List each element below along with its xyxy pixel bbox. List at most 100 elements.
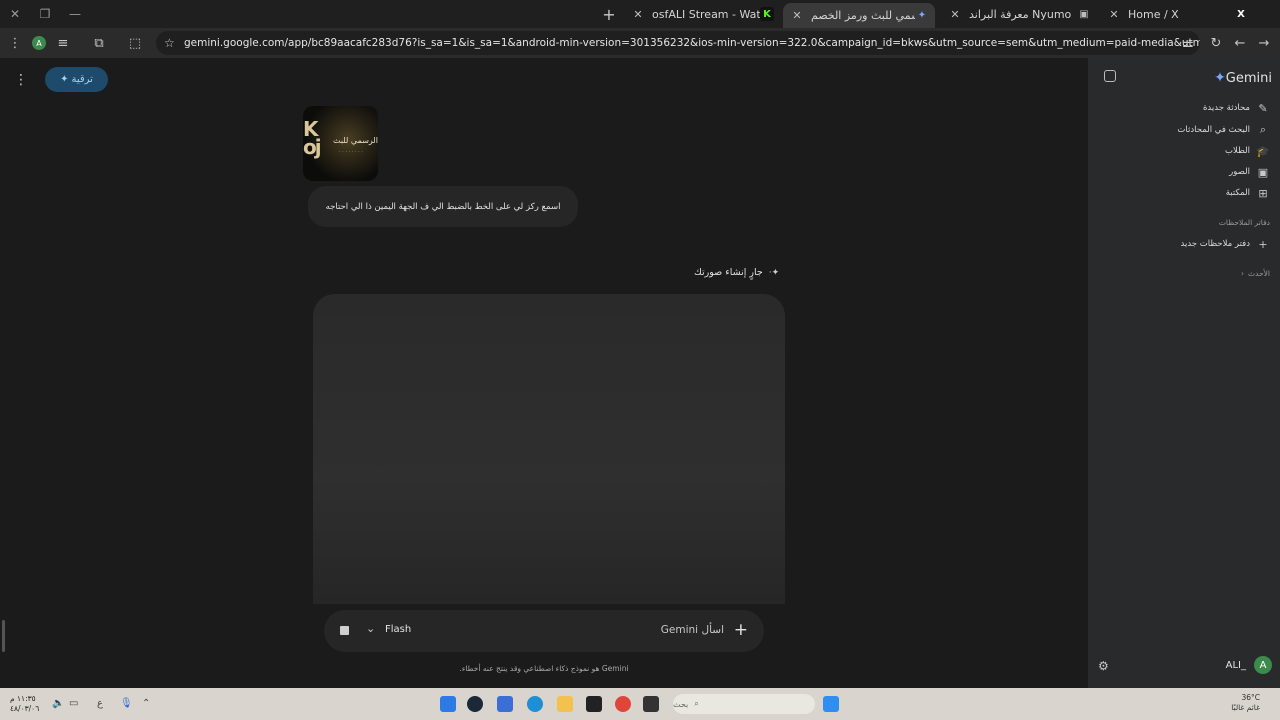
file-explorer-icon[interactable]: [557, 696, 573, 712]
prompt-placeholder[interactable]: اسأل Gemini: [661, 624, 724, 636]
tab-title: osfALI Stream - Watch Live on: [652, 7, 760, 21]
tab-kick-stream[interactable]: ✕ osfALI Stream - Watch Live on K: [624, 3, 780, 25]
new-tab-button[interactable]: +: [598, 4, 620, 24]
recent-section-toggle[interactable]: الأحدث ‹: [1241, 265, 1270, 281]
weather-text: غائم غالبًا: [1231, 703, 1260, 712]
tab-title: معرفة البراند Nyumo: [969, 7, 1072, 21]
site-settings-icon[interactable]: ⚌: [1176, 31, 1200, 55]
sparkle-icon: ✦: [60, 74, 69, 85]
windows-start-icon[interactable]: [823, 696, 839, 712]
weather-widget[interactable]: 36°C غائم غالبًا: [1231, 693, 1260, 713]
clock-time: ١١:٣٥ م: [10, 694, 36, 703]
new-notebook-button[interactable]: + دفتر ملاحظات جديد: [1181, 236, 1271, 252]
sidebar-item-new-chat[interactable]: ✎ محادثة جديدة: [1203, 100, 1270, 116]
recent-heading: الأحدث: [1248, 268, 1270, 278]
close-icon[interactable]: ✕: [1106, 8, 1122, 21]
tab-nyumo[interactable]: ✕ معرفة البراند Nyumo ▣: [941, 3, 1097, 25]
language-indicator[interactable]: ع: [97, 698, 103, 709]
network-icon[interactable]: ▭: [69, 698, 78, 709]
sidebar-item-label: البحث في المحادثات: [1177, 125, 1250, 135]
forward-icon[interactable]: →: [1252, 31, 1276, 55]
maximize-window-button[interactable]: ❐: [30, 0, 60, 28]
taskbar-search[interactable]: ⌕ بحث: [673, 694, 815, 714]
new-notebook-label: دفتر ملاحظات جديد: [1180, 239, 1251, 249]
x-logo-icon: X: [1237, 8, 1245, 20]
tab-x-home[interactable]: ✕ Home / X X: [1100, 3, 1254, 25]
sidebar-toggle-icon[interactable]: [1104, 70, 1116, 82]
disclaimer-text: Gemini هو نموذج ذكاء اصطناعي وقد ينتج عن…: [459, 664, 629, 673]
notebooks-heading: دفاتر الملاحظات: [1218, 218, 1270, 227]
uploaded-image[interactable]: Koj الرسمي للبث · · · · · · · ·: [303, 106, 378, 181]
url-text: gemini.google.com/app/bc89aacafc283d76?i…: [184, 37, 1200, 49]
image-decoration: · · · · · · · ·: [339, 149, 363, 155]
microphone-icon[interactable]: 🎙: [120, 698, 133, 709]
chrome-icon[interactable]: [615, 696, 631, 712]
upgrade-label: ترقية: [71, 74, 93, 85]
profile-icon[interactable]: A: [27, 31, 51, 55]
tab-title: الراعي الرسمي للبث ورمز الخصم: [811, 9, 915, 22]
sidebar-item-label: المكتبة: [1225, 188, 1250, 198]
sidebar-item-search[interactable]: ⌕ البحث في المحادثات: [1177, 122, 1270, 138]
image-brand-text: Koj: [303, 117, 322, 159]
chevron-up-icon[interactable]: ⌃: [142, 698, 150, 709]
menu-icon[interactable]: ⋮: [3, 31, 27, 55]
page-icon: ▣: [1079, 8, 1089, 20]
gear-icon[interactable]: ⚙: [1098, 659, 1109, 673]
user-message: اسمع ركز لي على الخط بالضبط الي ف الجهة …: [308, 186, 578, 227]
sidebar-item-students[interactable]: 🎓 الطلاب: [1225, 143, 1270, 159]
chevron-down-icon[interactable]: ⌄: [366, 622, 375, 635]
copilot-icon[interactable]: [440, 696, 456, 712]
search-placeholder: بحث: [673, 699, 689, 709]
edit-icon: ✎: [1258, 101, 1268, 115]
speaker-icon[interactable]: 🔈: [52, 698, 64, 709]
kick-icon: K: [760, 7, 774, 21]
sidebar: Gemini ✦ ✎ محادثة جديدة ⌕ البحث في المحا…: [1088, 58, 1280, 688]
add-icon: +: [1258, 237, 1268, 251]
scroll-indicator[interactable]: [2, 620, 5, 652]
back-icon[interactable]: ←: [1228, 31, 1252, 55]
screenshot-icon[interactable]: ⧉: [87, 31, 111, 55]
account-name: ALI_: [1225, 659, 1246, 671]
sidebar-item-library[interactable]: ⊞ المكتبة: [1226, 185, 1270, 201]
bookmark-star-icon[interactable]: ☆: [164, 36, 175, 50]
address-bar[interactable]: ☆ gemini.google.com/app/bc89aacafc283d76…: [156, 31, 1200, 55]
library-icon: ⊞: [1258, 186, 1268, 200]
account-chip[interactable]: ALI_ A: [1226, 656, 1272, 674]
steam-icon[interactable]: [467, 696, 483, 712]
edge-icon[interactable]: [527, 696, 543, 712]
gemini-logo[interactable]: Gemini ✦: [1210, 70, 1272, 86]
model-selector[interactable]: Flash: [385, 624, 411, 635]
chevron-left-icon: ‹: [1241, 268, 1244, 278]
terminal-icon[interactable]: [643, 696, 659, 712]
reload-icon[interactable]: ↻: [1204, 31, 1228, 55]
reading-list-icon[interactable]: ≡: [51, 31, 75, 55]
close-window-button[interactable]: ✕: [0, 0, 30, 28]
search-icon: ⌕: [694, 699, 699, 708]
image-placeholder: [313, 294, 785, 604]
brand-name: Gemini: [1225, 70, 1272, 86]
gemini-icon: ✦: [917, 10, 927, 21]
generation-status: ✦· جارٍ إنشاء صورتك: [694, 267, 779, 278]
upgrade-button[interactable]: ✦ ترقية: [45, 67, 108, 92]
image-caption: الرسمي للبث: [333, 136, 378, 145]
capcut-icon[interactable]: [586, 696, 602, 712]
sidebar-item-images[interactable]: ▣ الصور: [1229, 164, 1270, 180]
system-clock[interactable]: ١١:٣٥ م ٤٨/٠٣/٠٦: [10, 694, 39, 714]
tab-title: Home / X: [1128, 7, 1179, 21]
extensions-icon[interactable]: ⬚: [123, 31, 147, 55]
sidebar-item-label: الطلاب: [1225, 146, 1250, 156]
stop-icon[interactable]: [340, 626, 349, 635]
clock-date: ٤٨/٠٣/٠٦: [10, 704, 40, 713]
close-icon[interactable]: ✕: [630, 8, 646, 21]
prompt-input-bar[interactable]: ⌄ Flash اسأل Gemini +: [324, 610, 764, 652]
minimize-window-button[interactable]: —: [60, 0, 90, 28]
temperature: 36°C: [1241, 693, 1260, 702]
tab-bar: ✕ ❐ — + ✕ osfALI Stream - Watch Live on …: [0, 0, 1280, 28]
store-icon[interactable]: [497, 696, 513, 712]
close-icon[interactable]: ✕: [789, 9, 805, 22]
tab-gemini[interactable]: ✕ الراعي الرسمي للبث ورمز الخصم ✦: [783, 3, 935, 28]
image-icon: ▣: [1257, 165, 1269, 179]
add-icon[interactable]: +: [734, 620, 748, 640]
close-icon[interactable]: ✕: [947, 8, 963, 21]
more-options-icon[interactable]: ⋮: [14, 72, 28, 88]
